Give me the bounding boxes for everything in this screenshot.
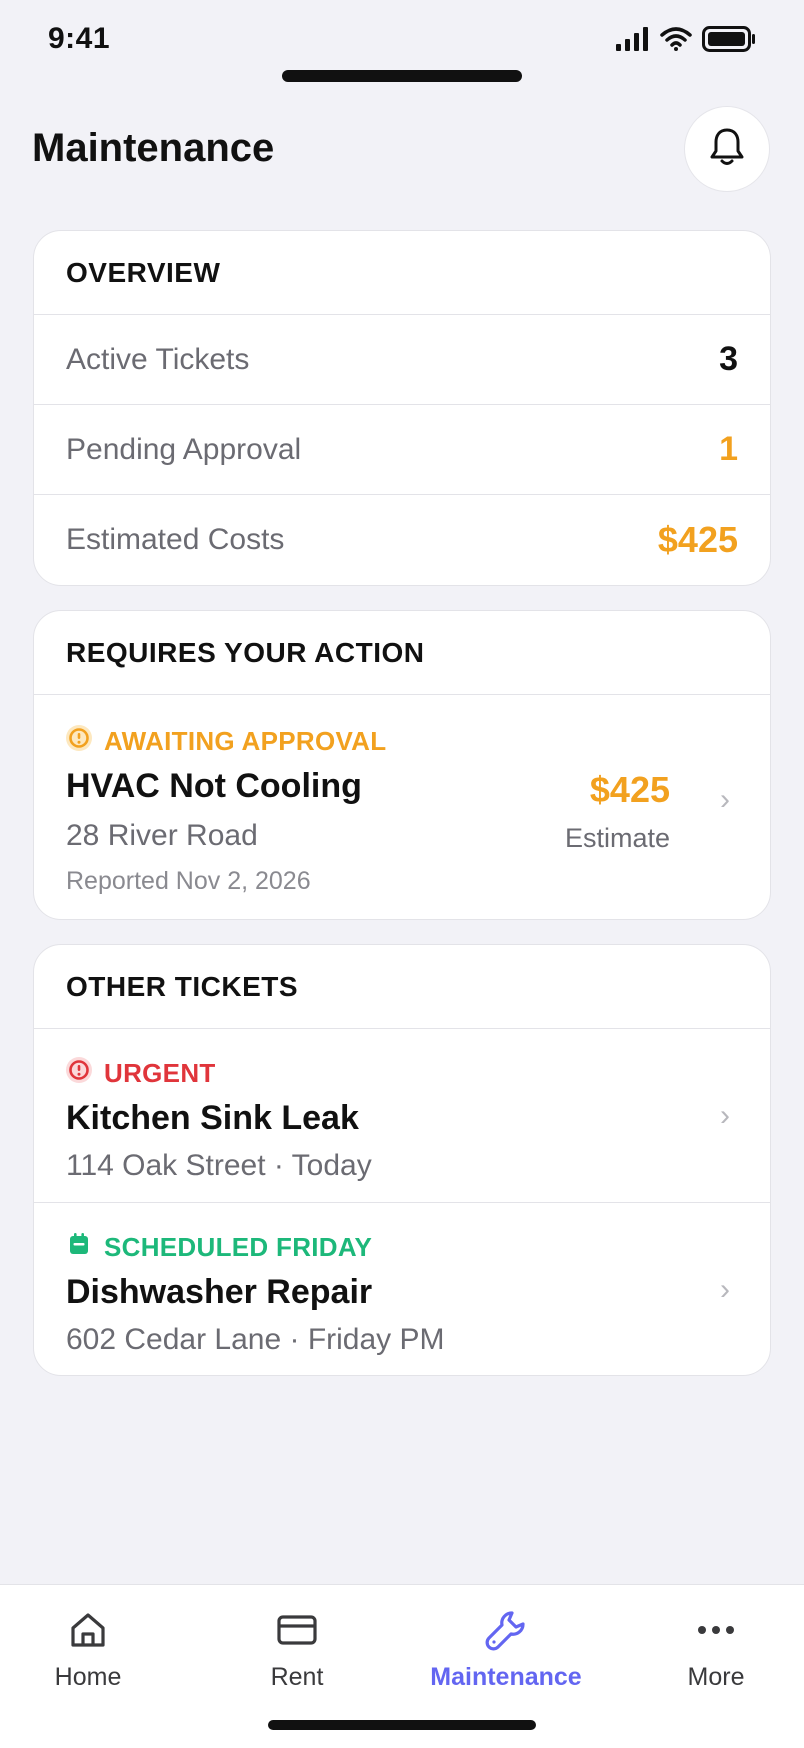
status-time: 9:41 [48, 22, 111, 55]
ticket-title: HVAC Not Cooling [66, 767, 362, 805]
overview-value: 3 [719, 340, 738, 378]
estimate-label: Estimate [564, 823, 670, 853]
ticket-status: SCHEDULED FRIDAY [66, 1231, 372, 1264]
overview-label: Estimated Costs [66, 523, 285, 556]
home-indicator [268, 1720, 536, 1730]
other-tickets-card: OTHER TICKETS URGENT Kitchen Sink Leak 1… [33, 944, 771, 1376]
overview-row-pending: Pending Approval 1 [34, 405, 770, 495]
ticket-status: URGENT [66, 1057, 216, 1090]
tab-label: More [687, 1663, 745, 1691]
ticket-address: 28 River Road [66, 819, 258, 852]
tab-maintenance[interactable]: Maintenance [406, 1605, 606, 1715]
tab-label: Maintenance [430, 1663, 582, 1691]
ticket-title: Dishwasher Repair [66, 1273, 373, 1311]
tab-label: Home [54, 1663, 122, 1691]
ticket-hvac[interactable]: AWAITING APPROVAL HVAC Not Cooling 28 Ri… [34, 695, 770, 919]
chevron-right-icon: › [720, 1273, 730, 1306]
overview-label: Active Tickets [66, 342, 250, 376]
more-icon [616, 1605, 804, 1655]
overview-value: $425 [657, 519, 738, 560]
wrench-icon [406, 1605, 606, 1655]
ticket-title: Kitchen Sink Leak [66, 1099, 359, 1137]
card-icon [197, 1605, 397, 1655]
action-card: REQUIRES YOUR ACTION AWAITING APPROVAL H… [33, 610, 771, 920]
tab-home[interactable]: Home [0, 1605, 188, 1715]
calendar-icon [66, 1231, 92, 1264]
chevron-right-icon: › [720, 783, 730, 816]
alert-circle-icon [66, 725, 92, 758]
chevron-right-icon: › [720, 1099, 730, 1132]
estimate-amount: $425 [589, 769, 670, 810]
bell-icon [709, 127, 745, 172]
overview-title: OVERVIEW [34, 231, 770, 315]
ticket-kitchen-sink[interactable]: URGENT Kitchen Sink Leak 114 Oak Street … [34, 1029, 770, 1203]
ticket-status-label: URGENT [104, 1058, 216, 1088]
action-title: REQUIRES YOUR ACTION [34, 611, 770, 695]
battery-icon [702, 26, 756, 57]
overview-label: Pending Approval [66, 432, 302, 466]
overview-row-costs: Estimated Costs $425 [34, 495, 770, 585]
ticket-subtitle: 602 Cedar Lane · Friday PM [66, 1323, 445, 1356]
screen: 9:41 Maintenance OVERVIEW Active Tickets… [0, 0, 804, 1748]
overview-value: 1 [719, 430, 738, 468]
dynamic-island [282, 70, 522, 82]
tab-more[interactable]: More [616, 1605, 804, 1715]
ticket-dishwasher[interactable]: SCHEDULED FRIDAY Dishwasher Repair 602 C… [34, 1203, 770, 1375]
other-tickets-title: OTHER TICKETS [34, 945, 770, 1029]
overview-card: OVERVIEW Active Tickets 3 Pending Approv… [33, 230, 771, 586]
ticket-status-label: SCHEDULED FRIDAY [104, 1232, 373, 1262]
tab-label: Rent [270, 1663, 324, 1691]
ticket-subtitle: 114 Oak Street · Today [66, 1149, 372, 1182]
status-icons [616, 26, 756, 57]
tab-rent[interactable]: Rent [197, 1605, 397, 1715]
overview-row-active: Active Tickets 3 [34, 315, 770, 405]
wifi-icon [660, 27, 692, 56]
ticket-status: AWAITING APPROVAL [66, 725, 386, 758]
status-bar: 9:41 [0, 0, 804, 82]
notifications-button[interactable] [684, 106, 770, 192]
page-title: Maintenance [32, 126, 275, 170]
home-icon [0, 1605, 188, 1655]
ticket-reported: Reported Nov 2, 2026 [66, 867, 311, 895]
signal-icon [616, 27, 650, 56]
ticket-status-label: AWAITING APPROVAL [104, 726, 387, 756]
urgent-icon [66, 1057, 92, 1090]
